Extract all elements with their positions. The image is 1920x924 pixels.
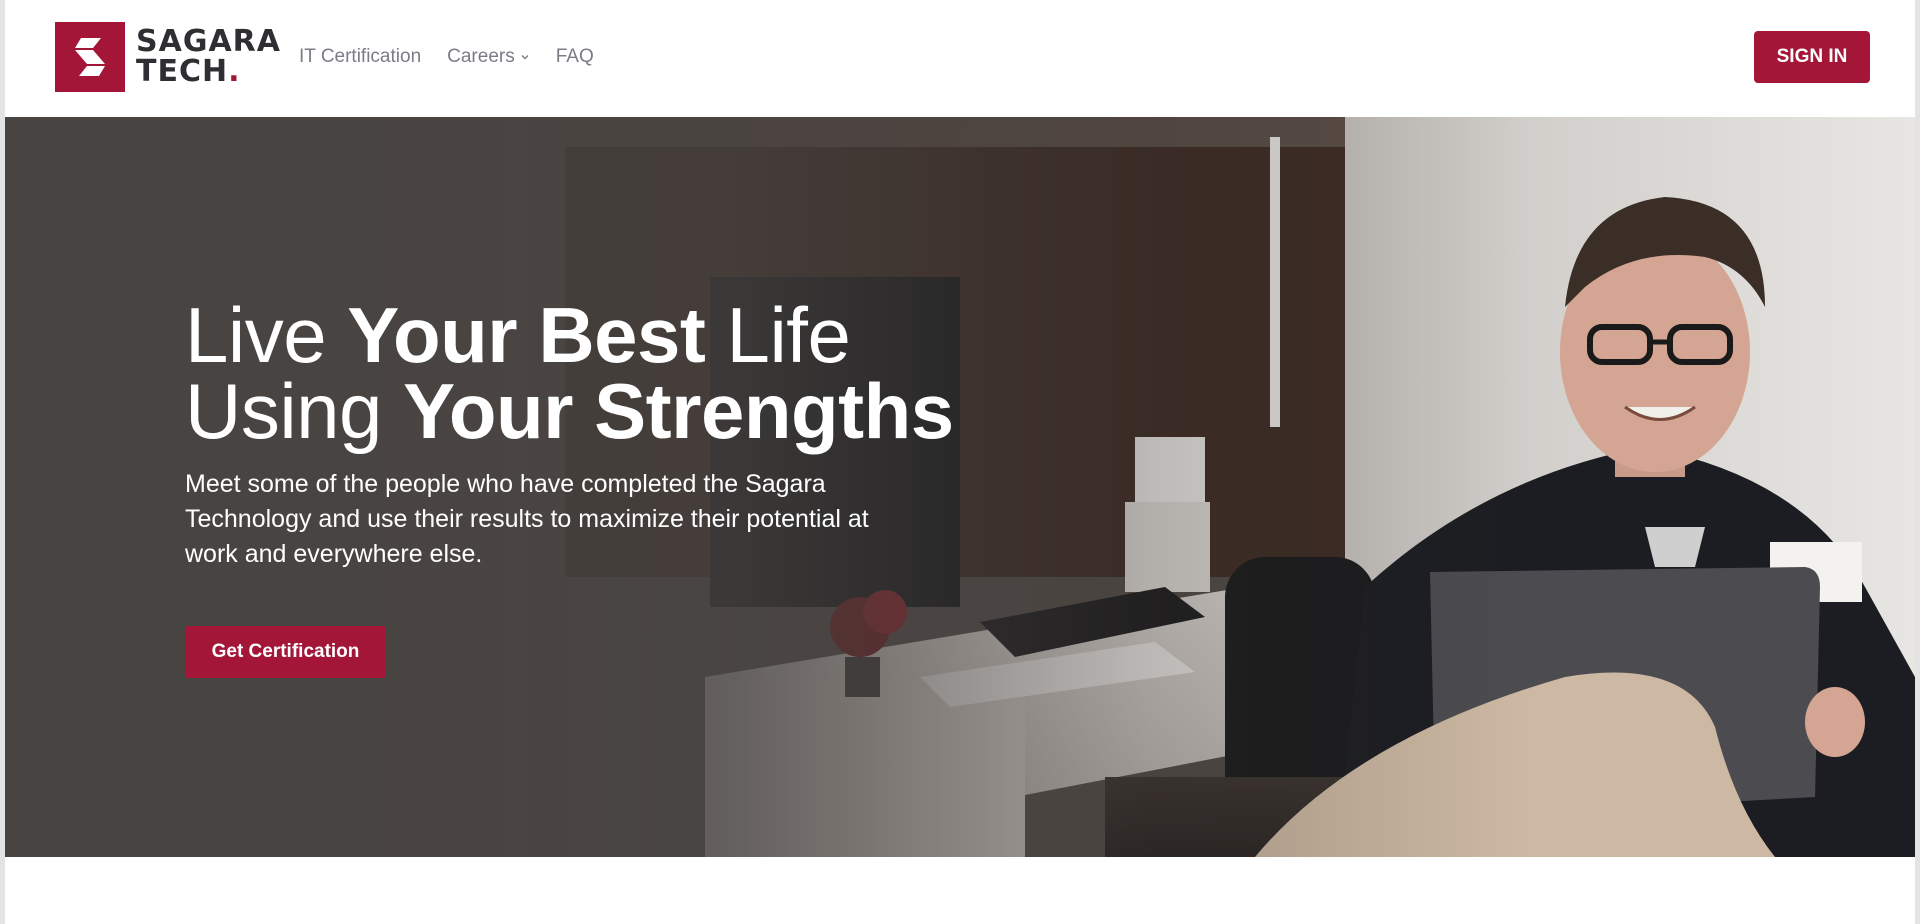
page-content-below-hero: [5, 857, 1915, 924]
brand-logo-link[interactable]: SAGARA TECH.: [55, 22, 281, 92]
chevron-down-icon: [521, 55, 529, 60]
brand-name-dot: .: [228, 54, 241, 89]
brand-name-tech: TECH: [136, 54, 229, 89]
get-certification-button[interactable]: Get Certification: [185, 626, 386, 678]
hero-title-line2-bold: Your Strengths: [403, 367, 954, 455]
sign-in-button[interactable]: SIGN IN: [1754, 31, 1870, 83]
hero-title: Live Your Best Life Using Your Strengths: [185, 296, 954, 450]
main-nav: IT Certification Careers FAQ: [299, 42, 620, 72]
nav-item-it-certification[interactable]: IT Certification: [299, 46, 421, 68]
nav-item-label: IT Certification: [299, 46, 422, 67]
site-header: SAGARA TECH. IT Certification Careers FA…: [5, 0, 1915, 117]
brand-name-line1: SAGARA: [136, 24, 281, 59]
hero-subtitle: Meet some of the people who have complet…: [185, 470, 869, 568]
nav-item-label: FAQ: [555, 46, 594, 67]
nav-item-label: Careers: [447, 46, 515, 67]
hero-title-line1-normal: Live: [185, 291, 348, 379]
hero-banner: Live Your Best Life Using Your Strengths…: [5, 117, 1915, 857]
viewport-right-edge: [1915, 0, 1920, 924]
hero-title-line1-bold: Your Best: [347, 291, 706, 379]
hero-title-line1-tail: Life: [705, 291, 851, 379]
nav-item-careers[interactable]: Careers: [447, 46, 530, 68]
brand-name-line2: TECH.: [136, 57, 281, 87]
browser-viewport: SAGARA TECH. IT Certification Careers FA…: [0, 0, 1920, 924]
sagara-logo-icon: [55, 22, 125, 92]
hero-title-line2-normal: Using: [185, 367, 404, 455]
brand-wordmark: SAGARA TECH.: [136, 27, 281, 87]
nav-item-faq[interactable]: FAQ: [556, 46, 594, 68]
